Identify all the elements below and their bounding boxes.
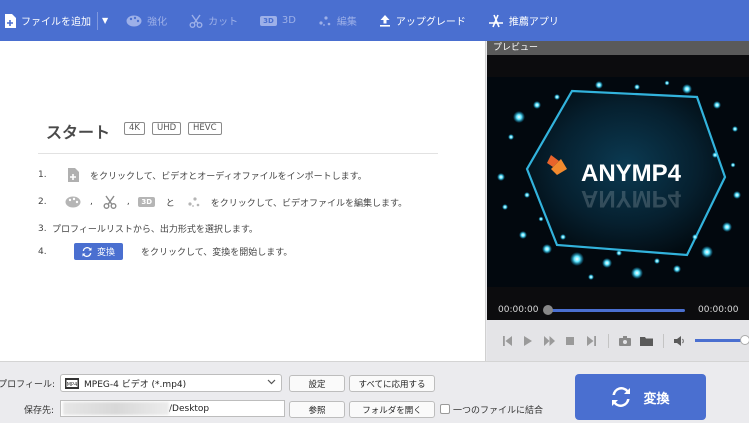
3d-icon-text: 3D	[138, 197, 156, 207]
redacted-path	[63, 402, 169, 415]
3d-label: 3D	[281, 15, 296, 26]
cut-label: カット	[208, 17, 239, 28]
step-2: 2. , , 3D と をクリックして、ビデオファイルを編集します。	[38, 195, 407, 209]
step-number: 4.	[38, 246, 47, 257]
badge-4k: 4K	[124, 122, 145, 135]
volume-slider[interactable]	[695, 335, 749, 345]
step-number: 2.	[38, 197, 47, 207]
step-4: 4. 変換 をクリックして、変換を開始します。	[38, 243, 292, 260]
folder-icon[interactable]	[636, 331, 656, 351]
volume-handle[interactable]	[740, 335, 749, 345]
separator: ,	[90, 197, 93, 207]
stop-icon[interactable]	[560, 331, 580, 351]
enhance-label: 強化	[147, 17, 168, 28]
save-path-input[interactable]: /Desktop	[60, 400, 285, 417]
profile-value: MPEG-4 ビデオ (*.mp4)	[84, 379, 187, 390]
add-file-button[interactable]: ファイルを追加	[4, 0, 91, 41]
app-store-icon	[488, 14, 504, 28]
skip-forward-icon[interactable]	[581, 331, 601, 351]
start-panel: スタート 4K UHD HEVC 1. をクリックして、ビデオとオーディオファイ…	[0, 41, 486, 361]
open-folder-button[interactable]: フォルダを開く	[349, 401, 435, 418]
step-text: をクリックして、ビデオファイルを編集します。	[210, 198, 408, 209]
cut-button[interactable]: カット	[189, 0, 238, 41]
preview-screen: ANYMP4 ANYMP4	[487, 77, 749, 287]
step-1: 1. をクリックして、ビデオとオーディオファイルをインポートします。	[38, 168, 367, 182]
format-icon: MP4	[65, 377, 79, 389]
step-text: プロフィールリストから、出力形式を選択します。	[52, 225, 258, 235]
toolbar-divider	[97, 11, 98, 30]
upgrade-label: アップグレード	[395, 17, 466, 28]
time-total: 00:00:00	[698, 305, 739, 315]
profile-label: プロフィール:	[0, 380, 55, 390]
convert-label: 変換	[643, 391, 670, 407]
step-text: をクリックして、変換を開始します。	[141, 248, 293, 258]
time-current: 00:00:00	[498, 305, 539, 315]
skip-back-icon[interactable]	[497, 331, 517, 351]
anymp4-logo-reflection: ANYMP4	[581, 185, 682, 212]
step-3: 3. プロフィールリストから、出力形式を選択します。	[38, 222, 258, 236]
refresh-icon	[82, 246, 92, 257]
upgrade-button[interactable]: アップグレード	[379, 0, 466, 41]
upload-icon	[379, 14, 391, 27]
control-divider	[663, 333, 664, 348]
add-file-icon	[4, 13, 16, 28]
merge-label: 一つのファイルに結合	[453, 406, 544, 416]
add-file-label: ファイルを追加	[21, 17, 91, 28]
chevron-down-icon	[267, 377, 276, 389]
convert-mini-label: 変換	[97, 248, 116, 258]
settings-button[interactable]: 設定	[289, 375, 345, 392]
profile-select[interactable]: MP4 MPEG-4 ビデオ (*.mp4)	[60, 374, 282, 392]
svg-text:MP4: MP4	[67, 381, 78, 387]
toolbar: ファイルを追加 ▼ 強化 カット 3D 3D 編集 アップグレード 推薦アプリ	[0, 0, 749, 41]
divider	[38, 153, 438, 154]
sparkle-icon	[183, 196, 205, 208]
and-text: と	[165, 198, 175, 209]
preview-header: プレビュー	[487, 41, 749, 55]
3d-button[interactable]: 3D 3D	[260, 0, 296, 41]
3d-icon: 3D	[136, 197, 158, 207]
bottom-bar: プロフィール: MP4 MPEG-4 ビデオ (*.mp4) 設定 すべてに応用…	[0, 361, 749, 423]
convert-mini-button: 変換	[74, 243, 124, 260]
save-to-label: 保存先:	[24, 406, 55, 416]
badge-uhd: UHD	[152, 122, 182, 135]
camera-icon[interactable]	[615, 331, 635, 351]
start-title: スタート	[46, 123, 111, 142]
refresh-icon	[611, 387, 631, 407]
separator: ,	[126, 197, 130, 207]
merge-checkbox[interactable]	[440, 404, 450, 414]
3d-icon: 3D	[260, 15, 277, 26]
recommended-apps-button[interactable]: 推薦アプリ	[488, 0, 559, 41]
palette-icon	[126, 15, 142, 27]
badge-hevc: HEVC	[188, 122, 222, 135]
scissors-icon	[189, 14, 203, 28]
add-file-dropdown-icon[interactable]: ▼	[102, 16, 108, 25]
play-icon[interactable]	[518, 331, 538, 351]
save-path-value: /Desktop	[169, 403, 210, 414]
seek-handle[interactable]	[543, 305, 553, 315]
sparkle-icon	[318, 15, 332, 27]
enhance-button[interactable]: 強化	[126, 0, 167, 41]
edit-button[interactable]: 編集	[318, 0, 357, 41]
anymp4-logo-text: ANYMP4	[581, 160, 682, 187]
step-text: をクリックして、ビデオとオーディオファイルをインポートします。	[90, 171, 367, 182]
browse-button[interactable]: 参照	[289, 401, 345, 418]
palette-icon	[62, 196, 84, 208]
fast-forward-icon[interactable]	[539, 331, 559, 351]
control-divider	[608, 333, 609, 348]
seek-bar[interactable]	[547, 309, 685, 312]
step-number: 1.	[38, 170, 47, 180]
volume-icon[interactable]	[670, 331, 690, 351]
step-number: 3.	[38, 223, 47, 234]
preview-area: ANYMP4 ANYMP4 00:00:00 00:00:00	[487, 55, 749, 320]
scissors-icon	[99, 195, 121, 209]
edit-label: 編集	[336, 17, 357, 28]
convert-button[interactable]: 変換	[575, 374, 706, 420]
add-file-icon	[62, 168, 84, 182]
apply-all-button[interactable]: すべてに応用する	[349, 375, 435, 392]
recommended-apps-label: 推薦アプリ	[508, 17, 559, 28]
playback-controls	[487, 320, 749, 361]
